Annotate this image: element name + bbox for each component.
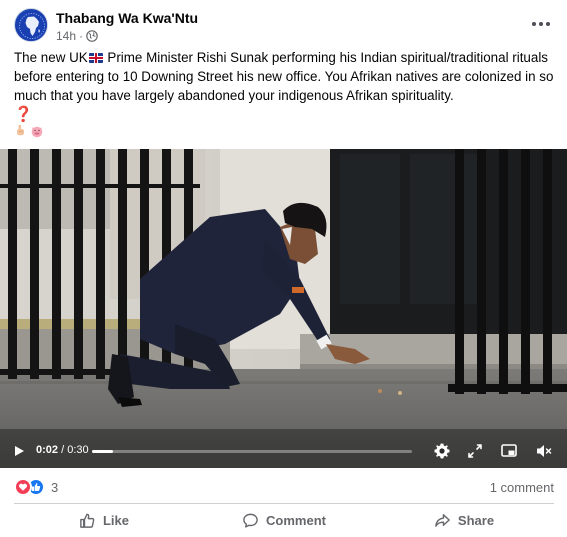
fullscreen-icon[interactable]	[466, 442, 484, 460]
comment-count-link[interactable]: 1 comment	[490, 480, 554, 495]
post-actions: Like Comment Share	[14, 504, 554, 537]
author-name[interactable]: Thabang Wa Kwa'Ntu	[56, 10, 198, 26]
share-button[interactable]: Share	[374, 504, 554, 537]
picture-in-picture-icon[interactable]	[500, 442, 518, 460]
pig-face-icon	[31, 126, 42, 138]
video-progress-fill	[92, 450, 114, 453]
emoji-line	[14, 124, 44, 140]
share-label: Share	[457, 513, 495, 528]
comment-button[interactable]: Comment	[194, 504, 374, 537]
caption-text-start: The new UK	[14, 50, 88, 65]
uk-flag-icon	[88, 53, 103, 63]
video-progress-bar[interactable]	[92, 450, 412, 453]
reaction-count: 3	[51, 479, 59, 495]
comment-label: Comment	[266, 513, 326, 528]
globe-icon[interactable]	[86, 30, 98, 42]
settings-gear-icon[interactable]	[433, 442, 451, 460]
africa-logo-icon	[16, 10, 47, 41]
total-time: 0:30	[67, 444, 89, 456]
video-time: 0:02 / 0:30	[36, 444, 89, 456]
post-header: Thabang Wa Kwa'Ntu 14h ·	[14, 8, 554, 46]
video-player[interactable]	[0, 149, 567, 468]
current-time: 0:02	[36, 444, 59, 456]
video-frame	[0, 149, 567, 468]
post-timestamp[interactable]: 14h	[56, 29, 76, 43]
post-meta: 14h ·	[56, 29, 98, 43]
share-arrow-icon	[435, 514, 450, 527]
like-button[interactable]: Like	[14, 504, 194, 537]
comment-bubble-icon	[243, 513, 258, 528]
post-caption: The new UK Prime Minister Rishi Sunak pe…	[14, 48, 556, 105]
like-label: Like	[102, 513, 129, 528]
meta-separator: ·	[79, 29, 84, 43]
love-reaction-icon	[14, 478, 32, 496]
reactions-summary[interactable]: 3	[14, 478, 58, 496]
more-options-icon[interactable]	[528, 14, 554, 34]
pointing-finger-icon	[17, 124, 24, 136]
play-icon[interactable]	[13, 445, 25, 457]
time-separator: /	[58, 444, 68, 456]
author-avatar[interactable]	[14, 8, 48, 42]
thumbs-up-icon	[80, 513, 95, 528]
facebook-post: Thabang Wa Kwa'Ntu 14h · The new UK Prim…	[0, 0, 567, 537]
volume-muted-icon[interactable]	[535, 442, 553, 460]
question-mark-emoji: ❓	[14, 106, 33, 123]
